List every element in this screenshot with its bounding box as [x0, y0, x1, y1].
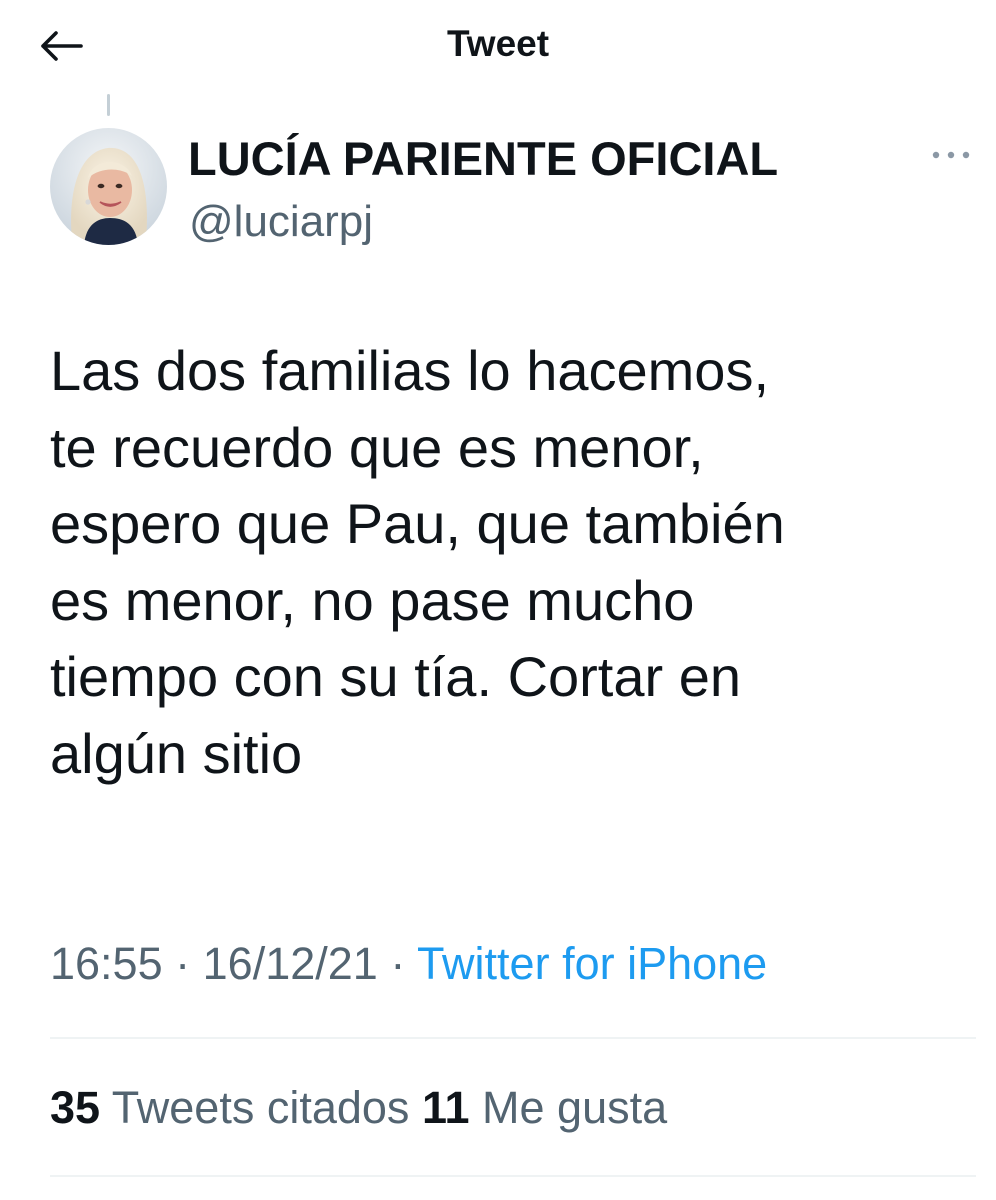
meta-separator: · [175, 938, 191, 989]
tweet-text-line: es menor, no pase mucho [50, 568, 695, 632]
tweet-time: 16:55 [50, 938, 163, 989]
tweet-text-line: Las dos familias lo hacemos, [50, 339, 770, 402]
divider [50, 1037, 976, 1039]
like-label: Me gusta [482, 1082, 668, 1133]
like-count: 11 [421, 1082, 470, 1133]
tweet-source-link[interactable]: Twitter for iPhone [417, 938, 767, 989]
tweet-metadata: 16:55 · 16/12/21 · Twitter for iPhone [50, 936, 767, 992]
quote-tweets-stat[interactable]: 35 Tweets citados [50, 1082, 409, 1133]
tweet-text-line: algún sitio [50, 721, 303, 785]
avatar[interactable] [50, 128, 167, 245]
likes-stat[interactable]: 11 Me gusta [422, 1082, 667, 1133]
tweet-text: Las dos familias lo hacemos, te recuerdo… [50, 333, 970, 792]
author-name[interactable]: LUCÍA PARIENTE OFICIAL [188, 131, 778, 187]
tweet-text-line: te recuerdo que es menor, [50, 415, 704, 479]
avatar-photo [50, 128, 167, 245]
quote-label: Tweets citados [111, 1082, 410, 1133]
divider [50, 1175, 976, 1177]
tweet-text-line: tiempo con su tía. Cortar en [50, 645, 742, 708]
tweet-text-line: espero que Pau, que también [50, 492, 785, 555]
more-options-button[interactable] [928, 140, 974, 170]
author-handle[interactable]: @luciarpj [189, 196, 373, 248]
top-bar: Tweet [0, 0, 996, 96]
meta-separator: · [390, 938, 406, 989]
page-title: Tweet [446, 23, 550, 64]
quote-count: 35 [50, 1082, 101, 1133]
tweet-date: 16/12/21 [202, 938, 378, 989]
tweet-stats: 35 Tweets citados 11 Me gusta [50, 1080, 667, 1136]
more-horizontal-icon [932, 151, 970, 159]
thread-connector-line [107, 94, 110, 116]
